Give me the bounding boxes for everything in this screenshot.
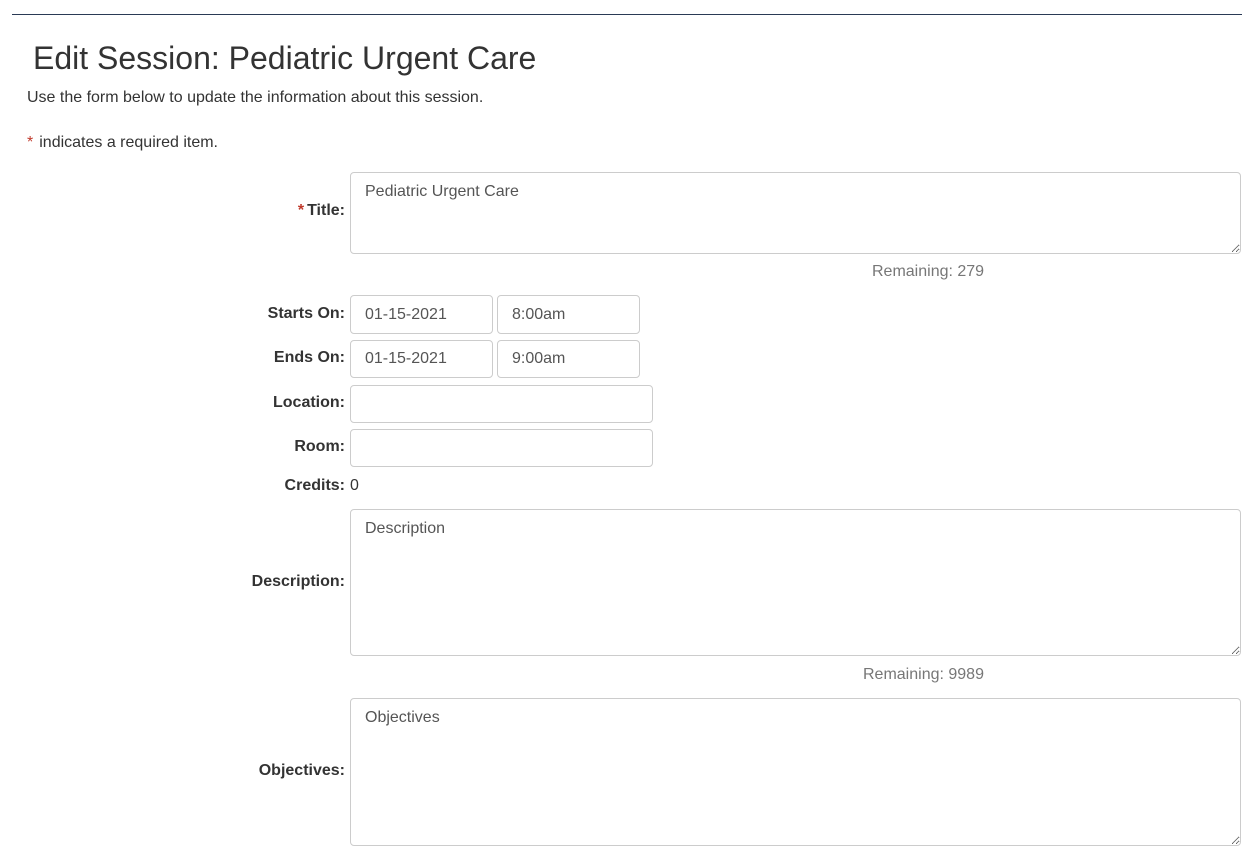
starts-on-label: Starts On: <box>267 305 345 322</box>
title-required-star: * <box>297 202 305 219</box>
starts-on-time-input[interactable] <box>497 295 640 334</box>
required-legend: * indicates a required item. <box>27 133 218 153</box>
title-label-text: Title: <box>307 202 345 219</box>
ends-on-date-input[interactable] <box>350 340 493 378</box>
top-divider <box>12 14 1242 15</box>
objectives-textarea[interactable] <box>350 698 1241 846</box>
description-textarea[interactable] <box>350 509 1241 656</box>
credits-label: Credits: <box>284 477 345 494</box>
title-label: * Title: <box>298 201 345 221</box>
ends-on-time-input[interactable] <box>497 340 640 378</box>
credits-value: 0 <box>350 477 359 494</box>
starts-on-date-input[interactable] <box>350 295 493 334</box>
intro-text: Use the form below to update the informa… <box>27 89 484 106</box>
ends-on-label: Ends On: <box>273 349 345 366</box>
title-remaining-counter: Remaining: 279 <box>872 263 985 280</box>
location-input[interactable] <box>350 385 653 423</box>
title-input[interactable]: Pediatric Urgent Care <box>350 172 1241 254</box>
description-label: Description: <box>251 573 345 590</box>
room-input[interactable] <box>350 429 653 467</box>
required-star: * <box>27 134 34 151</box>
required-legend-text: indicates a required item. <box>39 134 218 151</box>
objectives-label: Objectives: <box>258 762 345 779</box>
location-label: Location: <box>273 394 345 411</box>
description-remaining-counter: Remaining: 9989 <box>863 666 984 683</box>
room-label: Room: <box>294 438 345 455</box>
page-title: Edit Session: Pediatric Urgent Care <box>33 40 537 76</box>
